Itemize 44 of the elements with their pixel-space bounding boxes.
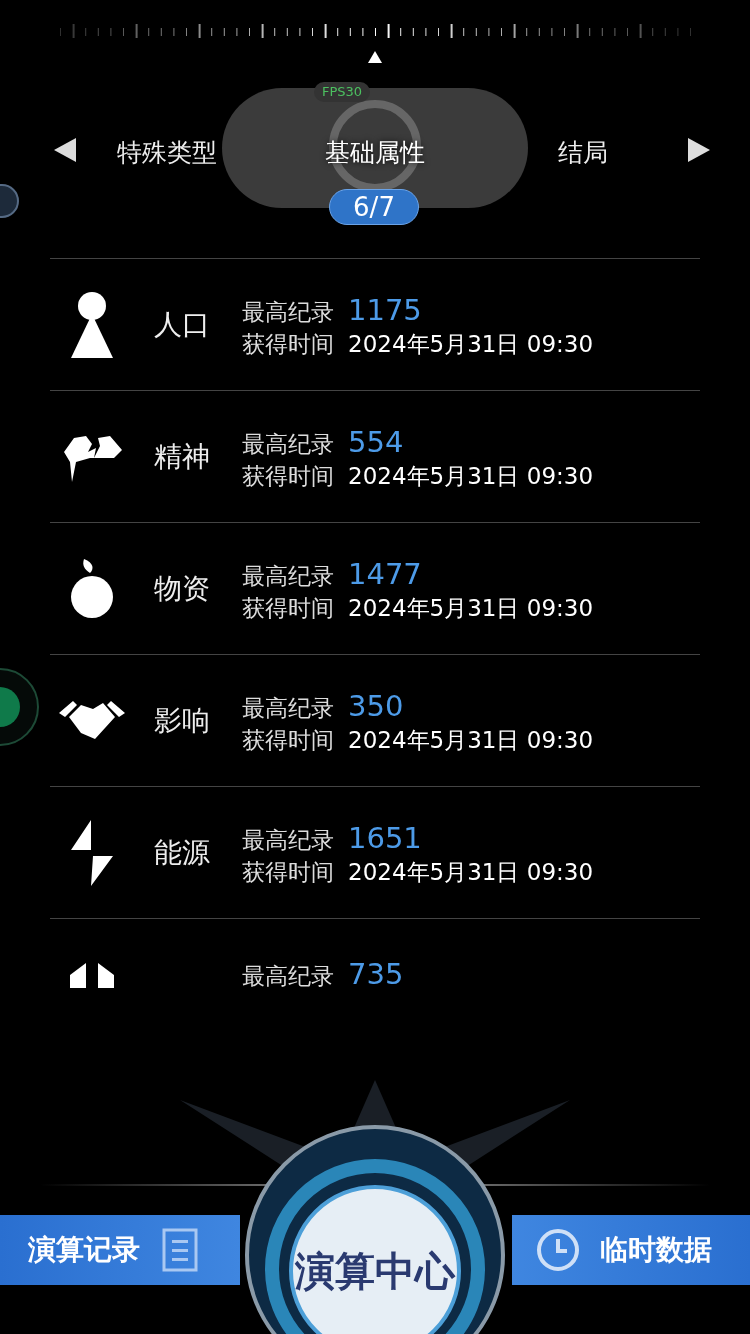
category-name: 能源 (154, 835, 210, 871)
record-value: 554 (348, 424, 404, 461)
obtained-time: 2024年5月31日 09:30 (348, 594, 594, 623)
field-label: 最高纪录 (242, 430, 334, 459)
field-label: 获得时间 (242, 858, 334, 887)
person-icon (71, 292, 113, 358)
obtained-time: 2024年5月31日 09:30 (348, 330, 594, 359)
field-label: 获得时间 (242, 330, 334, 359)
field-label: 获得时间 (242, 726, 334, 755)
category-name: 人口 (154, 307, 210, 343)
field-label: 最高纪录 (242, 694, 334, 723)
obtained-time: 2024年5月31日 09:30 (348, 462, 594, 491)
obtained-time: 2024年5月31日 09:30 (348, 858, 594, 887)
apple-icon (70, 559, 114, 619)
field-label: 最高纪录 (242, 562, 334, 591)
next-arrow-icon[interactable] (688, 138, 710, 162)
field-label: 最高纪录 (242, 826, 334, 855)
record-value: 350 (348, 688, 404, 725)
record-value: 735 (348, 956, 404, 988)
pointer-icon (368, 51, 382, 63)
calculation-center-button[interactable]: 演算中心 (245, 1125, 505, 1334)
lightning-icon (71, 820, 113, 886)
field-label: 获得时间 (242, 462, 334, 491)
clock-icon (536, 1228, 580, 1272)
page-indicator: 6/7 (329, 189, 419, 225)
calculation-record-button[interactable]: 演算记录 (0, 1215, 240, 1285)
tech-icon (70, 963, 114, 988)
fps-label: FPS30 (314, 82, 371, 102)
category-name: 物资 (154, 571, 210, 607)
record-value: 1477 (348, 556, 422, 593)
field-label: 最高纪录 (242, 962, 334, 988)
record-value: 1175 (348, 292, 422, 329)
field-label: 最高纪录 (242, 298, 334, 327)
category-tab[interactable]: 基础属性 (325, 134, 425, 172)
obtained-time: 2024年5月31日 09:30 (348, 726, 594, 755)
category-name: 精神 (154, 439, 210, 475)
field-label: 获得时间 (242, 594, 334, 623)
category-tab[interactable]: 结局 (558, 134, 608, 172)
previous-arrow-icon[interactable] (54, 138, 76, 162)
category-tab[interactable]: 特殊类型 (117, 134, 217, 172)
document-icon (162, 1228, 198, 1272)
record-value: 1651 (348, 820, 422, 857)
temporary-data-button[interactable]: 临时数据 (512, 1215, 750, 1285)
category-name: 影响 (154, 703, 210, 739)
